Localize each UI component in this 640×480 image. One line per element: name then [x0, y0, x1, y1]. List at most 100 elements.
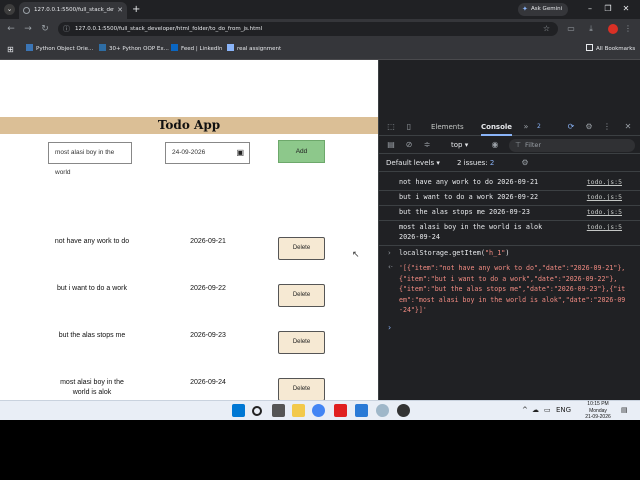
delete-button[interactable]: Delete	[278, 331, 325, 354]
address-bar[interactable]: ⓘ 127.0.0.1:5500/full_stack_developer/ht…	[58, 22, 558, 36]
date-input-value: 24-09-2026	[172, 149, 206, 156]
github-icon[interactable]	[397, 404, 410, 417]
forward-icon[interactable]: →	[22, 23, 34, 35]
search-icon[interactable]	[252, 406, 262, 416]
log-divider	[379, 190, 640, 191]
devtools-panel: ⬚ ▯ Elements Console » 2 ⟳ ⚙ ⋮ ✕ ▤ ⊘ ≑ t…	[378, 60, 640, 400]
app-icon[interactable]	[376, 404, 389, 417]
log-source-link[interactable]: todo.js:5	[576, 178, 622, 187]
sync-icon[interactable]: ⟳	[565, 118, 577, 136]
maximize-icon[interactable]: ❐	[602, 3, 614, 15]
log-source-link[interactable]: todo.js:5	[576, 193, 622, 202]
tab-search-icon[interactable]: ⌄	[4, 4, 15, 15]
apps-icon[interactable]: ⊞	[7, 43, 14, 56]
reading-list-icon[interactable]: ▭	[565, 23, 577, 35]
tab-title: 127.0.0.1:5500/full_stack_devel...	[34, 7, 114, 13]
issues-count: 2	[489, 159, 495, 167]
site-info-icon[interactable]: ⓘ	[63, 22, 70, 36]
url-text: 127.0.0.1:5500/full_stack_developer/html…	[75, 26, 263, 32]
tray-chevron-icon[interactable]: ^	[522, 404, 528, 417]
browser-toolbar: ← → ↻ ⓘ 127.0.0.1:5500/full_stack_develo…	[0, 19, 640, 39]
context-select[interactable]: top ▾	[451, 137, 468, 154]
eye-icon[interactable]: ◉	[489, 136, 501, 154]
file-explorer-icon[interactable]	[292, 404, 305, 417]
todo-date-text: 2026-09-21	[190, 238, 226, 245]
system-clock[interactable]: 10:15 PM Monday 21-09-2026	[580, 401, 616, 421]
notifications-icon[interactable]: ▤	[621, 404, 628, 417]
close-tab-icon[interactable]: ✕	[117, 5, 123, 16]
network-icon[interactable]: ☁	[532, 404, 539, 417]
log-source-link[interactable]: todo.js:5	[576, 223, 622, 232]
bookmark-star-icon[interactable]: ☆	[543, 22, 550, 36]
console-settings-icon[interactable]: ⚙	[519, 154, 531, 172]
sidebar-icon[interactable]: ▤	[385, 136, 397, 154]
linkedin-icon	[171, 44, 178, 51]
tab-elements[interactable]: Elements	[431, 118, 464, 136]
bookmark-item[interactable]: real assignment	[227, 43, 281, 56]
levels-label: Default levels	[386, 159, 435, 167]
console-log-line-cont: 2026-09-24	[399, 233, 440, 241]
delete-button[interactable]: Delete	[278, 378, 325, 401]
close-devtools-icon[interactable]: ✕	[622, 118, 634, 136]
chrome-icon[interactable]	[312, 404, 325, 417]
delete-button[interactable]: Delete	[278, 284, 325, 307]
todo-date-text: 2026-09-22	[190, 285, 226, 292]
todo-task-text: but the alas stops me	[58, 332, 126, 339]
todo-task-text: most alasi boy in the world is alok	[60, 379, 124, 396]
more-options-icon[interactable]: ⋮	[601, 118, 613, 136]
device-toolbar-icon[interactable]: ▯	[403, 118, 415, 136]
folder-icon	[586, 44, 593, 51]
clear-console-icon[interactable]: ⊘	[403, 136, 415, 154]
issues-label: 2 issues:	[457, 159, 488, 167]
close-window-icon[interactable]: ✕	[620, 3, 632, 15]
bookmarks-bar: ⊞ Python Object Orie... 30+ Python OOP E…	[0, 39, 640, 60]
ask-gemini-button[interactable]: ✦ Ask Gemini	[518, 3, 568, 16]
todo-task-text: not have any work to do	[54, 238, 130, 245]
calendar-icon[interactable]: ▣	[236, 143, 244, 163]
bookmark-item[interactable]: 30+ Python OOP Ex...	[99, 43, 169, 56]
new-tab-button[interactable]: +	[132, 3, 140, 16]
task-input[interactable]: most alasi boy in the world	[48, 142, 132, 176]
all-bookmarks[interactable]: All Bookmarks	[586, 43, 635, 56]
display-icon[interactable]: ▭	[544, 404, 551, 417]
youtube-icon[interactable]	[334, 404, 347, 417]
tab-console[interactable]: Console	[481, 118, 513, 136]
console-log-line: not have any work to do 2026-09-21	[399, 178, 539, 186]
task-view-icon[interactable]	[272, 404, 285, 417]
todo-task-text: but i want to do a work	[56, 285, 128, 292]
menu-icon[interactable]: ⋮	[622, 23, 634, 35]
vscode-icon[interactable]	[355, 404, 368, 417]
back-icon[interactable]: ←	[5, 23, 17, 35]
windows-start-icon[interactable]	[232, 404, 245, 417]
output-chevron-icon: ‹·	[388, 263, 394, 271]
bookmark-item[interactable]: Python Object Orie...	[26, 43, 93, 56]
bookmark-item[interactable]: Feed | LinkedIn	[171, 43, 223, 56]
filter-input[interactable]: ⊤ Filter	[509, 139, 635, 152]
console-toolbar: ▤ ⊘ ≑ top ▾ ◉ ⊤ Filter	[379, 137, 640, 154]
add-button[interactable]: Add	[278, 140, 325, 163]
inspect-element-icon[interactable]: ⬚	[385, 118, 397, 136]
page-title: Todo App	[0, 117, 378, 134]
document-icon	[227, 44, 234, 51]
date-input[interactable]: 24-09-2026 ▣	[165, 142, 250, 164]
browser-tab[interactable]: 127.0.0.1:5500/full_stack_devel... ✕	[19, 2, 127, 19]
todo-date-text: 2026-09-24	[190, 379, 226, 386]
issues-counter[interactable]: 2 issues: 2	[457, 155, 494, 172]
downloads-icon[interactable]: ⤓	[585, 23, 597, 35]
delete-button[interactable]: Delete	[278, 237, 325, 260]
settings-icon[interactable]: ⚙	[583, 118, 595, 136]
reload-icon[interactable]: ↻	[39, 23, 51, 35]
todo-date-text: 2026-09-23	[190, 332, 226, 339]
console-result: '[{"item":"not have any work to do","dat…	[399, 264, 626, 314]
create-live-expression-icon[interactable]: ≑	[421, 136, 433, 154]
more-tabs-icon[interactable]: »	[520, 118, 532, 136]
context-value: top	[451, 141, 463, 149]
tab-strip: ⌄ 127.0.0.1:5500/full_stack_devel... ✕ +…	[0, 0, 640, 19]
language-indicator[interactable]: ENG	[556, 404, 571, 417]
minimize-icon[interactable]: –	[584, 3, 596, 15]
log-source-link[interactable]: todo.js:5	[576, 208, 622, 217]
levels-dropdown[interactable]: Default levels ▾	[386, 155, 440, 172]
issues-badge[interactable]: 2	[537, 122, 541, 132]
console-prompt-icon[interactable]: ›	[388, 323, 391, 332]
profile-avatar[interactable]	[608, 24, 618, 34]
